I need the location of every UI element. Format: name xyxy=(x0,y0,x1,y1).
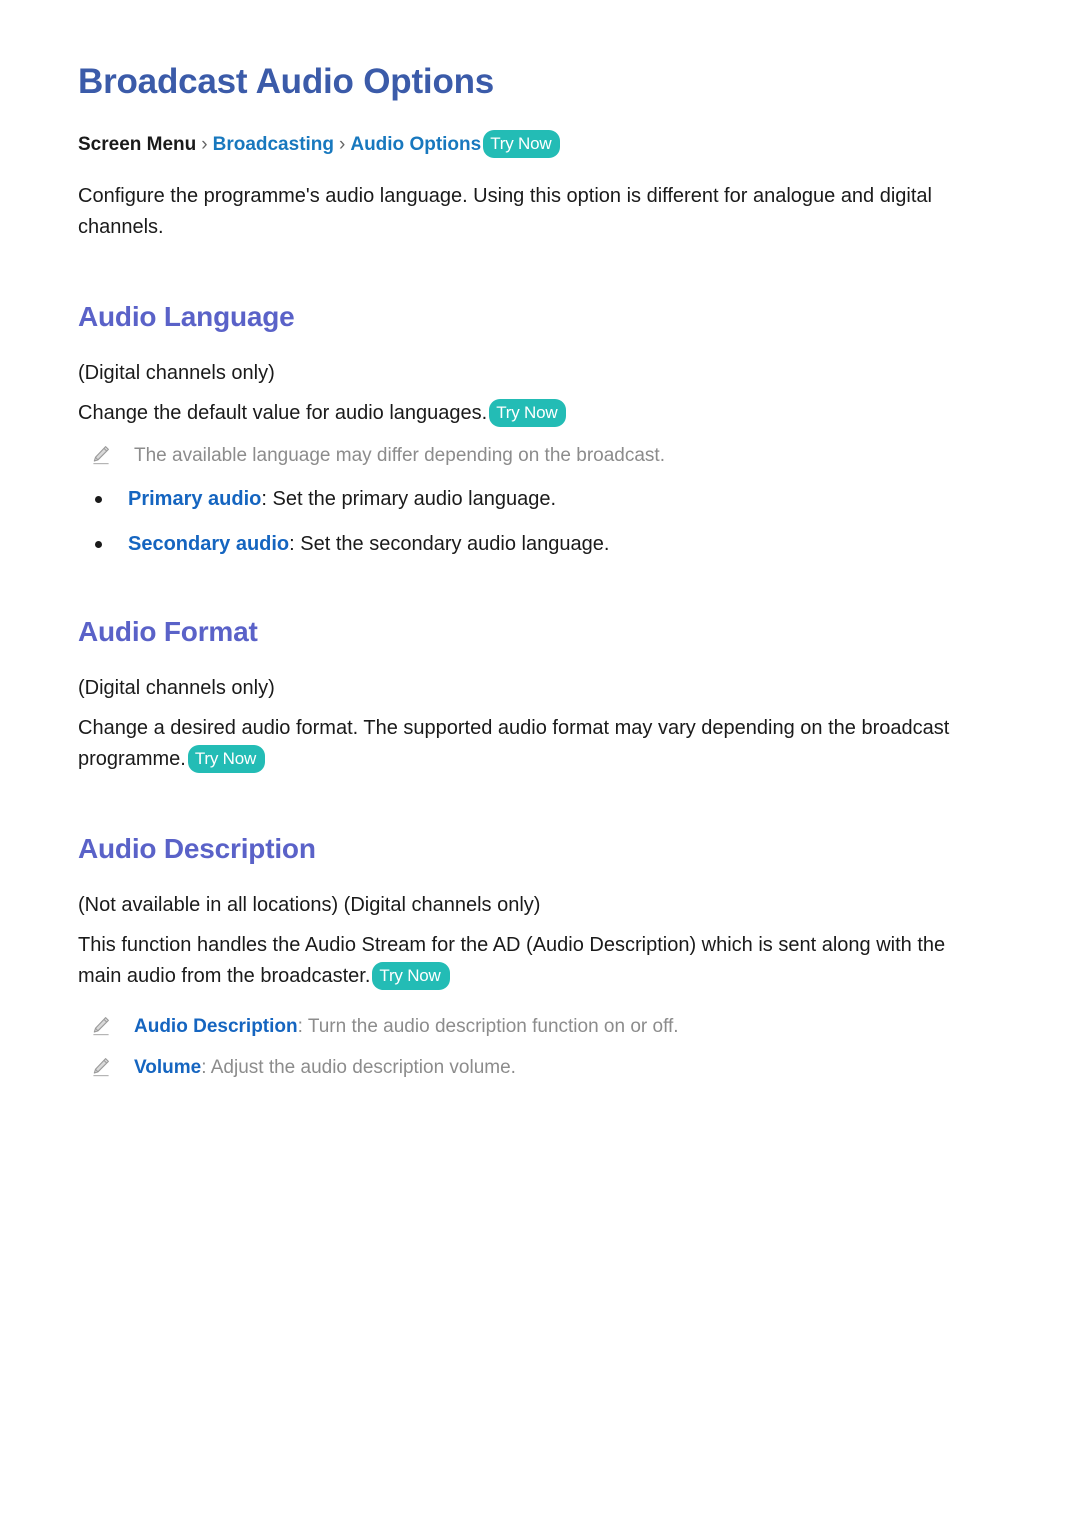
note-label-audio-description: Audio Description xyxy=(134,1015,298,1037)
list-item: Primary audio: Set the primary audio lan… xyxy=(78,485,1002,514)
bullet-content: Primary audio: Set the primary audio lan… xyxy=(128,485,556,514)
pencil-icon xyxy=(90,444,112,466)
bullet-label-secondary-audio: Secondary audio xyxy=(128,533,290,556)
try-now-badge-audio-language[interactable]: Try Now xyxy=(489,398,567,427)
note-row-audio-description: Audio Description: Turn the audio descri… xyxy=(78,1013,1002,1041)
bullet-content: Secondary audio: Set the secondary audio… xyxy=(128,530,609,559)
note-content: Volume: Adjust the audio description vol… xyxy=(134,1054,516,1082)
description-audio-format: Change a desired audio format. The suppo… xyxy=(78,713,983,776)
pencil-icon xyxy=(90,1015,112,1037)
breadcrumb-separator-2: › xyxy=(339,134,346,156)
try-now-badge-audio-description[interactable]: Try Now xyxy=(372,962,450,991)
try-now-badge-audio-format[interactable]: Try Now xyxy=(187,745,266,774)
bullet-description: : Set the primary audio language. xyxy=(261,488,557,511)
breadcrumb-link-broadcasting[interactable]: Broadcasting xyxy=(213,134,334,155)
availability-note-audio-format: (Digital channels only) xyxy=(78,676,275,699)
section-heading-audio-format: Audio Format xyxy=(78,616,258,648)
intro-paragraph: Configure the programme's audio language… xyxy=(78,184,932,239)
availability-note-audio-language: (Digital channels only) xyxy=(78,361,275,384)
availability-note-audio-description: (Not available in all locations) (Digita… xyxy=(78,893,541,916)
section-heading-audio-language: Audio Language xyxy=(78,301,295,333)
list-item: Secondary audio: Set the secondary audio… xyxy=(78,530,1002,559)
breadcrumb-link-audio-options[interactable]: Audio Options xyxy=(350,134,481,155)
bullet-label-primary-audio: Primary audio xyxy=(128,488,262,511)
section-heading-audio-description: Audio Description xyxy=(78,832,316,864)
note-content: Audio Description: Turn the audio descri… xyxy=(134,1013,679,1041)
description-text: Change the default value for audio langu… xyxy=(78,401,488,424)
document-page: Broadcast Audio Options Screen Menu › Broa… xyxy=(0,0,1080,1527)
note-row-volume: Volume: Adjust the audio description vol… xyxy=(78,1054,1002,1082)
bullet-dot-icon xyxy=(95,541,102,549)
breadcrumb: Screen Menu › Broadcasting › Audio Options Tr… xyxy=(78,130,1002,159)
description-text: This function handles the Audio Stream f… xyxy=(78,933,946,988)
bullet-dot-icon xyxy=(95,496,102,504)
breadcrumb-separator-1: › xyxy=(201,134,208,156)
description-audio-description: This function handles the Audio Stream f… xyxy=(78,930,983,993)
breadcrumb-root: Screen Menu xyxy=(78,134,197,156)
description-audio-language: Change the default value for audio langu… xyxy=(78,398,1002,428)
bullet-description: : Set the secondary audio language. xyxy=(289,533,610,556)
note-description: : Turn the audio description function on… xyxy=(297,1015,679,1037)
try-now-badge-breadcrumb[interactable]: Try Now xyxy=(483,130,561,159)
note-row-audio-language: The available language may differ depend… xyxy=(78,442,1002,470)
note-text: The available language may differ depend… xyxy=(134,444,665,466)
page-title: Broadcast Audio Options xyxy=(78,62,495,101)
note-label-volume: Volume xyxy=(134,1057,202,1079)
pencil-icon xyxy=(90,1056,112,1078)
note-description: : Adjust the audio description volume. xyxy=(201,1057,516,1079)
